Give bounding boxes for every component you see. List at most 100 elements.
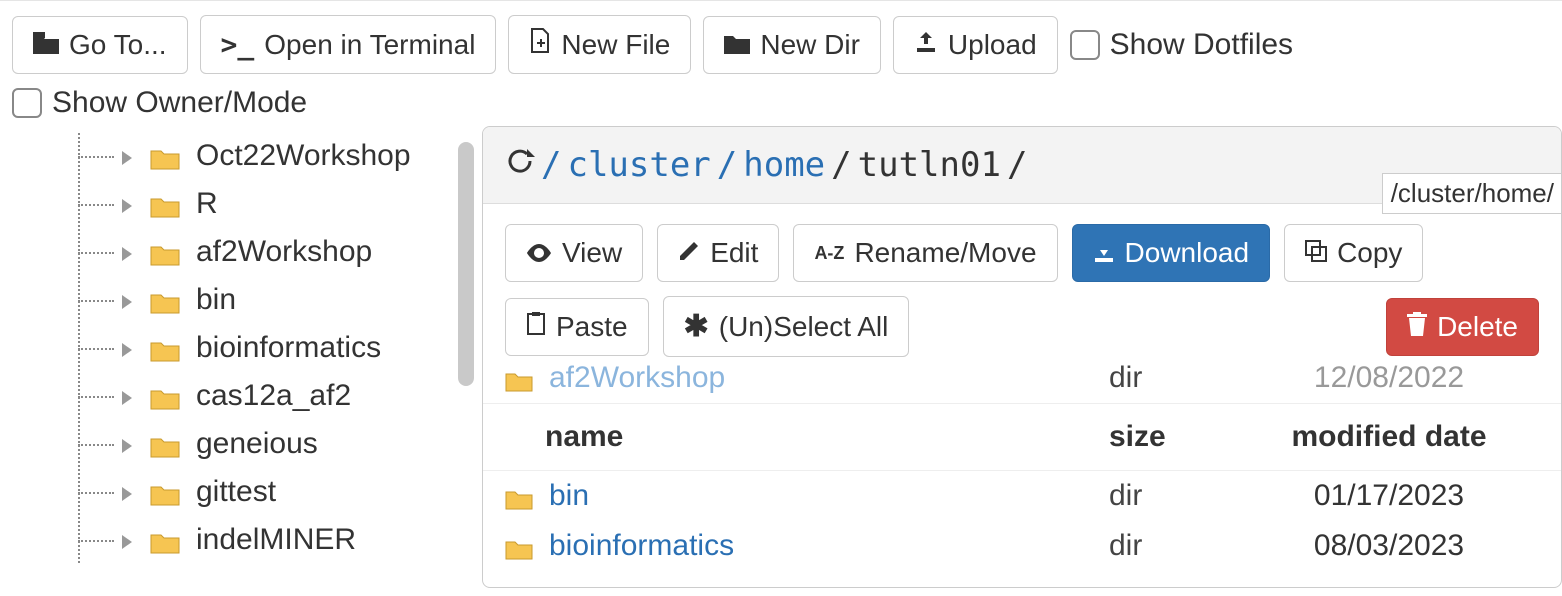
- tree-connector-icon: [74, 283, 114, 317]
- tree-item[interactable]: cas12a_af2: [74, 372, 480, 420]
- file-name: af2Workshop: [549, 361, 725, 395]
- top-toolbar: Go To... >_ Open in Terminal New File Ne…: [0, 0, 1562, 126]
- file-actions-row2: Paste ✱ (Un)Select All Delete: [483, 282, 1561, 357]
- expand-toggle-icon[interactable]: [120, 187, 134, 221]
- view-button[interactable]: View: [505, 224, 643, 282]
- tree-item[interactable]: geneious: [74, 420, 480, 468]
- expand-toggle-icon[interactable]: [120, 379, 134, 413]
- copy-label: Copy: [1337, 237, 1402, 269]
- file-name: bin: [549, 479, 589, 513]
- breadcrumb-seg[interactable]: /: [541, 145, 561, 185]
- folder-icon: [150, 432, 180, 456]
- upload-button[interactable]: Upload: [893, 16, 1058, 74]
- terminal-icon: >_: [221, 28, 255, 61]
- folder-icon: [150, 384, 180, 408]
- paste-button[interactable]: Paste: [505, 298, 649, 356]
- col-size[interactable]: size: [1109, 420, 1239, 454]
- folder-icon: [150, 528, 180, 552]
- expand-toggle-icon[interactable]: [120, 283, 134, 317]
- tree-connector-icon: [74, 475, 114, 509]
- tree-item-label: cas12a_af2: [196, 379, 351, 413]
- pencil-icon: [678, 237, 700, 269]
- tree-connector-icon: [74, 187, 114, 221]
- file-table: af2Workshop dir 12/08/2022 name size mod…: [483, 353, 1561, 577]
- tree-connector-icon: [74, 235, 114, 269]
- tree-item[interactable]: indelMINER: [74, 516, 480, 564]
- file-size-cell: dir: [1109, 361, 1239, 395]
- tree-item[interactable]: Oct22Workshop: [74, 132, 480, 180]
- main-area: Oct22Workshop R af2Workshop bin bioinfor…: [0, 126, 1562, 588]
- file-size-cell: dir: [1109, 479, 1239, 513]
- new-file-label: New File: [561, 29, 670, 61]
- expand-toggle-icon[interactable]: [120, 427, 134, 461]
- open-terminal-label: Open in Terminal: [264, 29, 475, 61]
- folder-icon: [505, 534, 535, 558]
- upload-icon: [914, 29, 938, 61]
- az-icon: A-Z: [814, 243, 844, 264]
- folder-icon: [505, 366, 535, 390]
- file-size-cell: dir: [1109, 529, 1239, 563]
- expand-toggle-icon[interactable]: [120, 331, 134, 365]
- goto-label: Go To...: [69, 29, 167, 61]
- eye-icon: [526, 237, 552, 269]
- breadcrumb-seg[interactable]: cluster: [567, 145, 710, 185]
- expand-toggle-icon[interactable]: [120, 139, 134, 173]
- folder-icon: [724, 29, 750, 61]
- tree-item[interactable]: af2Workshop: [74, 228, 480, 276]
- tree-item-label: gittest: [196, 475, 276, 509]
- file-name-cell: bin: [505, 479, 1109, 513]
- folder-icon: [150, 288, 180, 312]
- tree-connector-icon: [74, 139, 114, 173]
- table-row[interactable]: bioinformatics dir 08/03/2023: [483, 521, 1561, 571]
- new-file-button[interactable]: New File: [508, 15, 691, 74]
- file-date-cell: 08/03/2023: [1239, 529, 1539, 563]
- folder-icon: [505, 484, 535, 508]
- rename-label: Rename/Move: [854, 237, 1036, 269]
- copy-button[interactable]: Copy: [1284, 224, 1423, 282]
- col-name[interactable]: name: [505, 420, 1109, 454]
- edit-button[interactable]: Edit: [657, 224, 779, 282]
- breadcrumb-sep: /: [1007, 145, 1027, 185]
- tree-item[interactable]: bioinformatics: [74, 324, 480, 372]
- delete-button[interactable]: Delete: [1386, 298, 1539, 356]
- goto-button[interactable]: Go To...: [12, 16, 188, 74]
- selectall-label: (Un)Select All: [719, 311, 889, 343]
- tree-item-label: af2Workshop: [196, 235, 372, 269]
- breadcrumb-seg[interactable]: home: [743, 145, 825, 185]
- file-date-cell: 01/17/2023: [1239, 479, 1539, 513]
- refresh-icon[interactable]: [505, 145, 535, 185]
- expand-toggle-icon[interactable]: [120, 523, 134, 557]
- directory-tree: Oct22Workshop R af2Workshop bin bioinfor…: [0, 126, 480, 588]
- upload-label: Upload: [948, 29, 1037, 61]
- rename-button[interactable]: A-Z Rename/Move: [793, 224, 1057, 282]
- file-date-cell: 12/08/2022: [1239, 361, 1539, 395]
- download-button[interactable]: Download: [1072, 224, 1271, 282]
- breadcrumb-sep: /: [831, 145, 851, 185]
- tree-item[interactable]: R: [74, 180, 480, 228]
- breadcrumb-seg[interactable]: /: [717, 145, 737, 185]
- tree-connector-icon: [74, 523, 114, 557]
- col-date[interactable]: modified date: [1239, 420, 1539, 454]
- paste-icon: [526, 311, 546, 343]
- open-terminal-button[interactable]: >_ Open in Terminal: [200, 15, 497, 74]
- view-label: View: [562, 237, 622, 269]
- show-ownermode-toggle[interactable]: Show Owner/Mode: [12, 86, 1550, 120]
- selectall-button[interactable]: ✱ (Un)Select All: [663, 296, 910, 357]
- files-panel: /cluster/home/ / cluster / home / tutln0…: [482, 126, 1562, 588]
- delete-label: Delete: [1437, 311, 1518, 343]
- new-dir-button[interactable]: New Dir: [703, 16, 881, 74]
- file-name-cell: bioinformatics: [505, 529, 1109, 563]
- folder-icon: [150, 336, 180, 360]
- folder-icon: [150, 480, 180, 504]
- expand-toggle-icon[interactable]: [120, 235, 134, 269]
- show-dotfiles-toggle[interactable]: Show Dotfiles: [1070, 28, 1293, 62]
- table-row[interactable]: af2Workshop dir 12/08/2022: [483, 353, 1561, 403]
- tree-item[interactable]: gittest: [74, 468, 480, 516]
- expand-toggle-icon[interactable]: [120, 475, 134, 509]
- trash-icon: [1407, 311, 1427, 343]
- copy-icon: [1305, 237, 1327, 269]
- tree-item[interactable]: bin: [74, 276, 480, 324]
- file-name-cell: af2Workshop: [505, 361, 1109, 395]
- table-header: name size modified date: [483, 403, 1561, 471]
- table-row[interactable]: bin dir 01/17/2023: [483, 471, 1561, 521]
